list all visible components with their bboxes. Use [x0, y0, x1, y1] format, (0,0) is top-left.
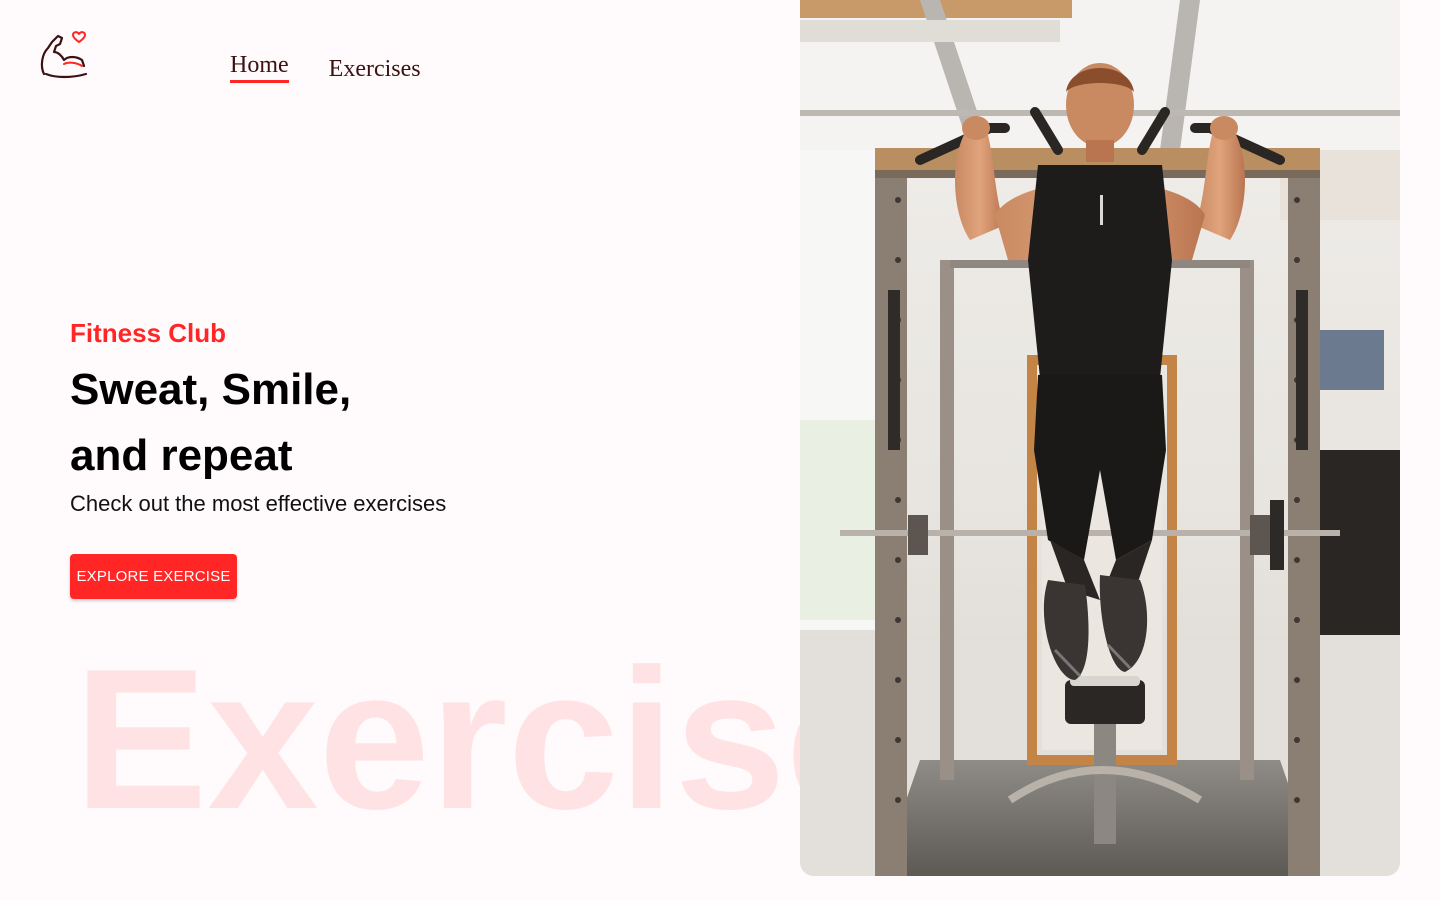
- landing-page: Home Exercises Exercise Fitness Club Swe…: [0, 0, 1440, 900]
- nav-exercises-link[interactable]: Exercises: [329, 56, 421, 83]
- logo[interactable]: [38, 30, 90, 82]
- main-nav: Home Exercises: [230, 52, 421, 83]
- hero-eyebrow: Fitness Club: [70, 318, 227, 348]
- hero-headline-line1: Sweat, Smile,: [70, 365, 352, 414]
- hero-headline: Sweat, Smile, and repeat: [70, 357, 630, 489]
- hero-section: Fitness Club Sweat, Smile, and repeat Ch…: [70, 318, 630, 517]
- pull-up-photo: [800, 0, 1400, 876]
- nav-home-link[interactable]: Home: [230, 52, 289, 83]
- hero-headline-line2: and repeat: [70, 431, 293, 480]
- hero-banner-image: [800, 0, 1400, 876]
- hero-subtitle: Check out the most effective exercises: [70, 491, 447, 516]
- flexed-arm-heart-icon: [40, 31, 88, 79]
- watermark-text: Exercise: [74, 628, 897, 851]
- explore-exercise-button[interactable]: EXPLORE EXERCISE: [70, 554, 237, 599]
